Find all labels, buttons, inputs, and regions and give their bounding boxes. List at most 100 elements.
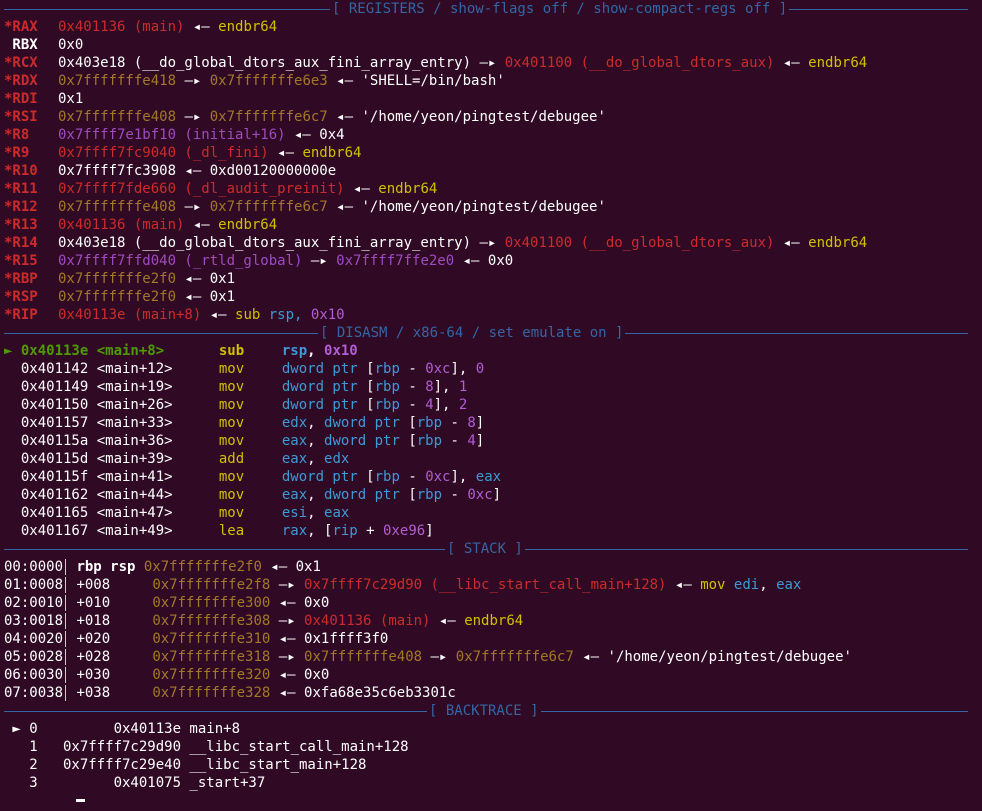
instruction-operand: ] — [475, 415, 485, 431]
register-value: 0x10 — [310, 307, 345, 323]
register-value: rsp, — [268, 307, 311, 323]
register-name: *RIP — [4, 307, 38, 323]
instruction-operand: rbp — [374, 379, 400, 395]
stack-value: 0x7ffff7c29d90 (__libc_start_call_main+1… — [304, 577, 667, 593]
stack-value: 0x7fffffffe310 — [152, 631, 271, 647]
register-value: ◂— — [184, 217, 219, 233]
register-name: *RSP — [4, 289, 38, 305]
instruction-mnemonic: mov — [218, 433, 245, 449]
stack-index: 06:0030 — [4, 667, 64, 683]
disasm-row: 0x401149 <main+19> mov dword ptr [rbp - 8… — [4, 378, 982, 396]
instruction-operand: [ — [366, 469, 375, 485]
instruction-operand: eax — [281, 487, 308, 503]
instruction-operand: - — [399, 361, 426, 377]
disasm-row: 0x401167 <main+49> lea rax, [rip + 0xe96] — [4, 522, 982, 540]
stack-row: 01:0008 +008 0x7fffffffe2f8 —▸ 0x7ffff7c… — [4, 576, 982, 594]
instruction-operand: 0xe96 — [383, 523, 426, 539]
register-name: *R8 — [4, 127, 30, 143]
register-name: *R14 — [4, 235, 38, 251]
instruction-operand: 8 — [467, 415, 476, 431]
stack-row: 02:0010 +010 0x7fffffffe300 ◂— 0x0 — [4, 594, 982, 612]
stack-value: 0x7fffffffe320 — [152, 667, 271, 683]
register-value: 0x7ffff7ffe2e0 — [336, 253, 455, 269]
backtrace-panel: ► 0 0x40113e main+8 1 0x7ffff7c29d90 __l… — [4, 720, 982, 792]
register-value: endbr64 — [302, 145, 362, 161]
instruction-operand: [ — [408, 415, 417, 431]
instruction-operand: , [ — [307, 523, 333, 539]
stack-index: 04:0020 — [4, 631, 64, 647]
disasm-row: 0x401142 <main+12> mov dword ptr [rbp - 0… — [4, 360, 982, 378]
instruction-operand: edx — [281, 415, 308, 431]
register-name: *RDX — [4, 73, 38, 89]
disasm-row: 0x40115d <main+39> add eax, edx — [4, 450, 982, 468]
stack-value: 0x7fffffffe2f8 — [152, 577, 271, 593]
instruction-operand: 0x10 — [324, 343, 358, 359]
instruction-operand: ], — [433, 397, 459, 413]
register-value: ◂— — [184, 19, 219, 35]
register-value: —▸ — [471, 235, 505, 251]
disasm-separator: [ DISASM / x86-64 / set emulate on ] — [4, 324, 982, 342]
stack-offset: +028 — [65, 649, 153, 665]
instruction-address: 0x40115f <main+41> — [20, 469, 190, 485]
current-instruction-marker — [4, 451, 21, 467]
instruction-operand: 4 — [425, 397, 434, 413]
instruction-operand: ], — [433, 379, 459, 395]
register-value: sub — [235, 307, 269, 323]
register-value: ◂— — [268, 145, 303, 161]
instruction-operand: eax — [324, 505, 350, 521]
stack-value: 0x7fffffffe300 — [152, 595, 271, 611]
stack-row: 00:0000 rbp rsp 0x7fffffffe2f0 ◂— 0x1 — [4, 558, 982, 576]
stack-value: ◂— — [666, 577, 701, 593]
instruction-operand: rbp — [374, 361, 400, 377]
instruction-operand: rsp — [281, 343, 308, 359]
stack-row: 07:0038 +038 0x7fffffffe328 ◂— 0xfa68e35… — [4, 684, 982, 702]
instruction-operand: dword ptr — [324, 487, 409, 503]
backtrace-entry: ► 0 0x40113e main+8 — [4, 721, 241, 737]
instruction-operand: dword ptr — [324, 433, 409, 449]
register-value: —▸ — [176, 109, 210, 125]
register-row: *R12 0x7fffffffe408 —▸ 0x7fffffffe6c7 ◂— … — [4, 198, 982, 216]
stack-value: endbr64 — [464, 613, 524, 629]
instruction-operand: , — [307, 487, 325, 503]
instruction-operand: - — [399, 397, 426, 413]
register-value: 0x0 — [58, 37, 84, 53]
register-row: *RDI 0x1 — [4, 90, 982, 108]
register-row: *R9 0x7ffff7fc9040 (_dl_fini) ◂— endbr64 — [4, 144, 982, 162]
stack-value: 0x7fffffffe328 — [152, 685, 271, 701]
stack-value: ◂— — [430, 613, 465, 629]
disasm-row: 0x40115a <main+36> mov eax, dword ptr [rb… — [4, 432, 982, 450]
register-value: endbr64 — [808, 55, 868, 71]
register-value: 0x7ffff7fc9040 (_dl_fini) — [58, 145, 269, 161]
instruction-mnemonic: add — [218, 451, 245, 467]
instruction-operand: [ — [366, 397, 375, 413]
register-row: *RCX 0x403e18 (__do_global_dtors_aux_fini… — [4, 54, 982, 72]
stack-value: ◂— 0x1 — [261, 559, 321, 575]
register-row: *RDX 0x7fffffffe418 —▸ 0x7fffffffe6e3 ◂— … — [4, 72, 982, 90]
register-value: 0x401100 (__do_global_dtors_aux) — [504, 55, 775, 71]
register-value: ◂— '/home/yeon/pingtest/debugee' — [327, 109, 606, 125]
register-row: *RSI 0x7fffffffe408 —▸ 0x7fffffffe6c7 ◂— … — [4, 108, 982, 126]
instruction-operand: - — [442, 487, 468, 503]
instruction-mnemonic: mov — [218, 379, 245, 395]
stack-offset: rbp rsp — [65, 559, 144, 575]
register-value: ◂— 0xd00120000000e — [176, 163, 337, 179]
register-value: —▸ — [471, 55, 505, 71]
current-instruction-marker — [4, 469, 21, 485]
register-value: endbr64 — [218, 217, 278, 233]
register-value: 0x7fffffffe418 — [58, 73, 177, 89]
instruction-operand: - — [399, 469, 426, 485]
instruction-address: 0x401162 <main+44> — [20, 487, 190, 503]
current-instruction-marker — [4, 397, 21, 413]
registers-header: [ REGISTERS / show-flags off / show-comp… — [330, 0, 790, 18]
register-value: 0x7fffffffe6c7 — [209, 109, 328, 125]
instruction-operand: [ — [366, 379, 375, 395]
register-value: 0x7ffff7fc3908 — [58, 163, 177, 179]
register-value: 0x403e18 (__do_global_dtors_aux_fini_arr… — [58, 55, 472, 71]
instruction-operand: , — [307, 415, 325, 431]
instruction-address: 0x401167 <main+49> — [20, 523, 190, 539]
register-name: *RAX — [4, 19, 38, 35]
terminal-window[interactable]: [ REGISTERS / show-flags off / show-comp… — [0, 0, 982, 811]
backtrace-entry: 1 0x7ffff7c29d90 __libc_start_call_main+… — [4, 739, 409, 755]
register-value: ◂— — [344, 181, 379, 197]
disasm-row: 0x401157 <main+33> mov edx, dword ptr [rb… — [4, 414, 982, 432]
